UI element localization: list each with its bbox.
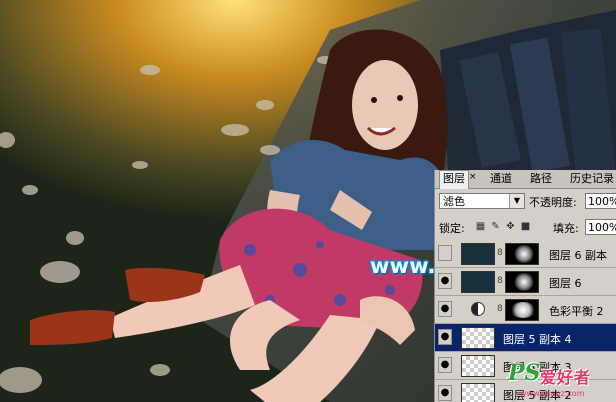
tab-paths[interactable]: 路径 xyxy=(527,171,555,187)
layer-row[interactable]: ● 8 色彩平衡 2 xyxy=(435,296,616,324)
brand-logo-text: 爱好者 xyxy=(540,368,592,387)
layer-row[interactable]: 8 图层 6 副本 xyxy=(435,240,616,268)
eye-icon[interactable]: ● xyxy=(438,329,452,345)
fill-label: 填充: xyxy=(553,222,579,235)
lock-label: 锁定: xyxy=(439,222,465,235)
tab-paths-label: 路径 xyxy=(530,172,552,185)
layer-mask-thumbnail[interactable] xyxy=(505,243,539,265)
opacity-label: 不透明度: xyxy=(529,196,577,209)
tab-layers-label: 图层 xyxy=(443,172,465,185)
layer-thumbnail xyxy=(461,327,495,349)
brand-logo-url: www.psahz.com xyxy=(520,389,585,398)
close-icon[interactable]: × xyxy=(469,172,477,182)
blend-mode-value: 滤色 xyxy=(443,195,465,208)
link-icon: 8 xyxy=(497,248,503,258)
tab-channels-label: 通道 xyxy=(490,172,512,185)
eye-icon[interactable]: ● xyxy=(438,273,452,289)
layer-mask-thumbnail[interactable] xyxy=(505,271,539,293)
tab-layers[interactable]: 图层 xyxy=(439,170,469,189)
layer-name: 图层 6 xyxy=(549,277,582,290)
layer-thumbnail xyxy=(461,383,495,402)
layer-name: 图层 6 副本 xyxy=(549,249,607,262)
blend-row: 滤色 ▼ 不透明度: 100% xyxy=(435,191,616,213)
layer-row[interactable]: ● 图层 5 副本 4 xyxy=(435,324,616,352)
eye-icon[interactable]: ● xyxy=(438,385,452,401)
chevron-down-icon[interactable]: ▼ xyxy=(509,194,524,208)
adjustment-layer-icon xyxy=(471,302,485,316)
panel-tabs: 图层 × 通道 路径 历史记录 xyxy=(435,170,616,189)
eye-icon[interactable]: ● xyxy=(438,301,452,317)
lock-transparency-icon[interactable]: ▦ xyxy=(475,221,486,232)
layer-name: 图层 5 副本 4 xyxy=(503,333,572,346)
blend-mode-select[interactable]: 滤色 ▼ xyxy=(439,193,525,209)
link-icon: 8 xyxy=(497,276,503,286)
layer-row[interactable]: ● 8 图层 6 xyxy=(435,268,616,296)
lock-move-icon[interactable]: ✥ xyxy=(505,221,516,232)
eye-icon[interactable]: ● xyxy=(438,357,452,373)
opacity-input[interactable]: 100% xyxy=(585,193,616,209)
fill-input[interactable]: 100% xyxy=(585,219,616,235)
brand-logo: PS xyxy=(508,360,541,386)
layer-thumbnail xyxy=(461,271,495,293)
layer-name: 色彩平衡 2 xyxy=(549,305,604,318)
tab-channels[interactable]: 通道 xyxy=(487,171,515,187)
tab-history-label: 历史记录 xyxy=(570,172,614,185)
visibility-toggle[interactable] xyxy=(438,245,452,261)
link-icon: 8 xyxy=(497,304,503,314)
lock-all-icon[interactable]: ■ xyxy=(520,221,531,232)
layer-thumbnail xyxy=(461,243,495,265)
lock-row: 锁定: ▦ ✎ ✥ ■ 填充: 100% xyxy=(435,216,616,238)
tab-history[interactable]: 历史记录 xyxy=(567,171,616,187)
lock-brush-icon[interactable]: ✎ xyxy=(490,221,501,232)
layer-mask-thumbnail[interactable] xyxy=(505,299,539,321)
layer-thumbnail xyxy=(461,355,495,377)
